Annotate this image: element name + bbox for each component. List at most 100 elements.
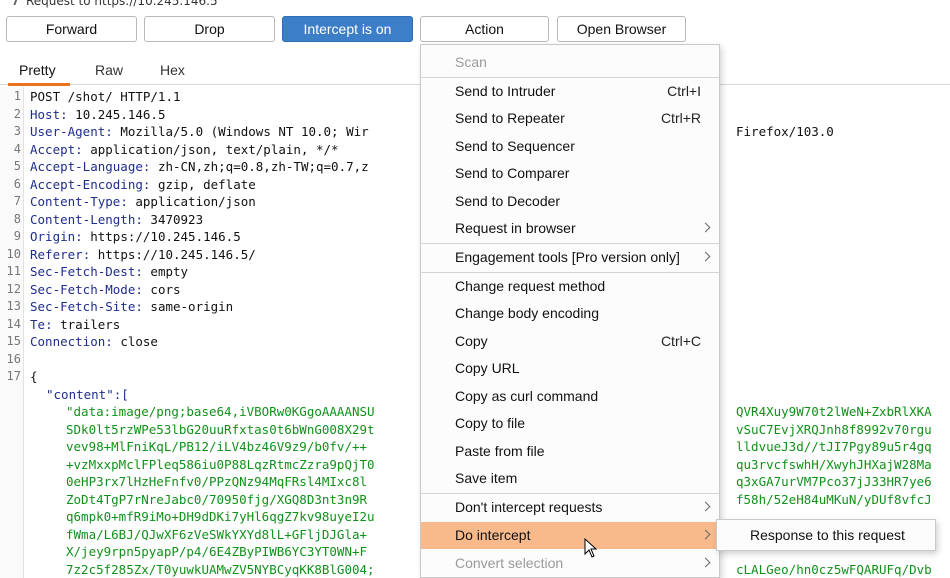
drop-button[interactable]: Drop — [144, 16, 275, 42]
header-value: empty — [150, 264, 189, 279]
json-string-fragment: ZoDt4TgP7rNreJabc0/70950fjg/XGQ8D3nt3n9R — [66, 491, 368, 507]
header-value: same-origin — [150, 299, 234, 314]
menu-item-copy-url[interactable]: Copy URL — [421, 355, 719, 382]
menu-item-save-item[interactable]: Save item — [421, 465, 719, 492]
header-value: zh-CN,zh;q=0.8,zh-TW;q=0.7,z — [157, 159, 369, 174]
menu-item-copy-to-file[interactable]: Copy to file — [421, 410, 719, 437]
json-open-brace: { — [30, 369, 38, 384]
header-name: Sec-Fetch-Mode — [30, 281, 136, 297]
menu-item-response-to-request[interactable]: Response to this request — [750, 527, 905, 543]
do-intercept-submenu: Response to this request — [716, 519, 936, 551]
header-value: close — [120, 334, 158, 349]
header-name: Referer — [30, 246, 83, 262]
line-number: 8 — [13, 211, 21, 226]
chevron-right-icon — [700, 222, 711, 233]
header-name: Accept-Encoding — [30, 176, 143, 192]
json-string-fragment: q3xGA7urVM7Pco37jJ33HR7ye6 — [736, 474, 932, 489]
line-number: 3 — [13, 124, 21, 138]
json-string-fragment: +vzMxxpMclFPleq586iu0P88LqzRtmcZzra9pQjT… — [66, 456, 375, 472]
json-key: "content":[ — [46, 386, 129, 402]
menu-item-paste-from-file[interactable]: Paste from file — [421, 438, 719, 465]
header-name: Connection — [30, 334, 106, 349]
json-string-fragment: q6mpk0+mfR9iMo+DH9dDKi7yHl6qgZ7kv98uyeI2… — [66, 509, 375, 524]
menu-item-scan: Scan — [455, 54, 487, 70]
json-string-fragment: SDk0lt5rzWPe53lbG20uuRfxtas0t6bWnG008X29… — [66, 421, 375, 437]
chevron-right-icon — [700, 251, 711, 262]
line-number: 2 — [13, 106, 21, 121]
menu-item-change-request-method[interactable]: Change request method — [421, 273, 719, 300]
chevron-right-icon — [700, 529, 711, 540]
json-string-fragment: vev98+MlFniKqL/PB12/iLV4bz46V9z9/b0fv/++ — [66, 439, 368, 454]
open-browser-button[interactable]: Open Browser — [557, 16, 686, 42]
tab-pretty[interactable]: Pretty — [19, 62, 56, 78]
tab-raw[interactable]: Raw — [95, 62, 123, 78]
menu-item-request-in-browser[interactable]: Request in browser — [421, 215, 719, 242]
header-name: Content-Type — [30, 194, 121, 209]
action-context-menu: Scan Send to Intruder Ctrl+I Send to Repe… — [420, 44, 720, 578]
line-number: 11 — [6, 264, 21, 278]
json-string-fragment: "data:image/png;base64,iVBORw0KGgoAAAANS… — [66, 404, 375, 419]
pencil-icon — [6, 0, 19, 5]
line-number: 6 — [13, 176, 21, 191]
header-value: application/json — [135, 194, 256, 209]
chevron-right-icon — [700, 557, 711, 568]
mouse-cursor-icon — [584, 538, 598, 558]
action-button[interactable]: Action — [420, 16, 549, 42]
menu-item-send-to-repeater[interactable]: Send to Repeater Ctrl+R — [421, 105, 719, 132]
request-line: POST /shot/ HTTP/1.1 — [30, 89, 181, 104]
line-number: 15 — [6, 334, 21, 348]
header-name: Host — [30, 106, 61, 122]
menu-item-copy-as-curl[interactable]: Copy as curl command — [421, 383, 719, 410]
header-value: https://10.245.146.5 — [90, 229, 241, 244]
json-string-fragment: qu3rvcfswhH/XwyhJHXajW28Ma — [736, 456, 932, 472]
header-value: cors — [150, 281, 181, 297]
json-string-fragment: f58h/52eH84uMKuN/yDUf8vfcJ — [736, 491, 932, 507]
intercept-toggle-button[interactable]: Intercept is on — [282, 16, 413, 42]
user-agent-tail: Firefox/103.0 — [736, 124, 834, 139]
header-name: Origin — [30, 229, 76, 244]
header-value: trailers — [60, 316, 121, 332]
active-tab-indicator — [8, 83, 70, 86]
json-string-fragment: 7z2c5f285Zx/T0yuwkUAMwZV5NYBCyqKK8BlG004… — [66, 561, 375, 577]
menu-item-copy[interactable]: Copy Ctrl+C — [421, 328, 719, 355]
line-number: 1 — [13, 89, 21, 103]
title-strip: Request to https://10.245.146.5 — [0, 0, 950, 8]
header-name: Accept-Language — [30, 159, 143, 174]
header-name: Content-Length — [30, 211, 136, 227]
header-value: application/json, text/plain, */* — [90, 141, 339, 157]
tab-hex[interactable]: Hex — [160, 62, 185, 78]
json-string-fragment: QVR4Xuy9W70t2lWeN+ZxbRlXKA — [736, 404, 932, 419]
line-number: 10 — [6, 246, 21, 261]
json-string-fragment: 0eHP3rx7lHzHeFnfv0/PPzQNz94MqFRsl4MIxc8l — [66, 474, 368, 489]
forward-button[interactable]: Forward — [6, 16, 137, 42]
header-name: User-Agent — [30, 124, 106, 139]
json-string-fragment: cLALGeo/hn0cz5wFQARUFq/Dvb — [736, 561, 932, 577]
menu-item-convert-selection: Convert selection — [421, 550, 719, 577]
menu-item-do-intercept[interactable]: Do intercept — [421, 522, 719, 549]
line-number: 13 — [6, 299, 21, 313]
line-number: 5 — [13, 159, 21, 173]
json-string-fragment: vSuC7EvjXRQJnh8f8992v70rgu — [736, 421, 932, 437]
chevron-right-icon — [700, 501, 711, 512]
header-name: Sec-Fetch-Dest — [30, 264, 136, 279]
json-string-fragment: X/jey9rpn5pyapP/p4/6E4ZByPIWB6YC3YT0WN+F — [66, 544, 368, 559]
header-value: 3470923 — [150, 211, 204, 227]
menu-item-send-to-decoder[interactable]: Send to Decoder — [421, 188, 719, 215]
line-number: 14 — [6, 316, 21, 331]
menu-item-send-to-sequencer[interactable]: Send to Sequencer — [421, 133, 719, 160]
intercept-toolbar: Forward Drop Intercept is on Action Open… — [0, 14, 950, 46]
header-name: Sec-Fetch-Site — [30, 299, 136, 314]
menu-item-dont-intercept[interactable]: Don't intercept requests — [421, 494, 719, 521]
header-value: 10.245.146.5 — [75, 106, 166, 122]
menu-item-engagement-tools[interactable]: Engagement tools [Pro version only] — [421, 244, 719, 271]
menu-item-change-body-encoding[interactable]: Change body encoding — [421, 300, 719, 327]
header-value: https://10.245.146.5/ — [97, 246, 256, 262]
line-number: 12 — [6, 281, 21, 296]
line-number: 9 — [13, 229, 21, 243]
json-string-fragment: fWma/L6BJ/QJwXF6zVeSWkYXYd8lL+GFljDJGla+ — [66, 526, 368, 542]
menu-item-send-to-comparer[interactable]: Send to Comparer — [421, 160, 719, 187]
line-number: 4 — [13, 141, 21, 156]
menu-item-send-to-intruder[interactable]: Send to Intruder Ctrl+I — [421, 78, 719, 105]
header-value: Mozilla/5.0 (Windows NT 10.0; Wir — [120, 124, 369, 139]
header-name: Accept — [30, 141, 76, 157]
